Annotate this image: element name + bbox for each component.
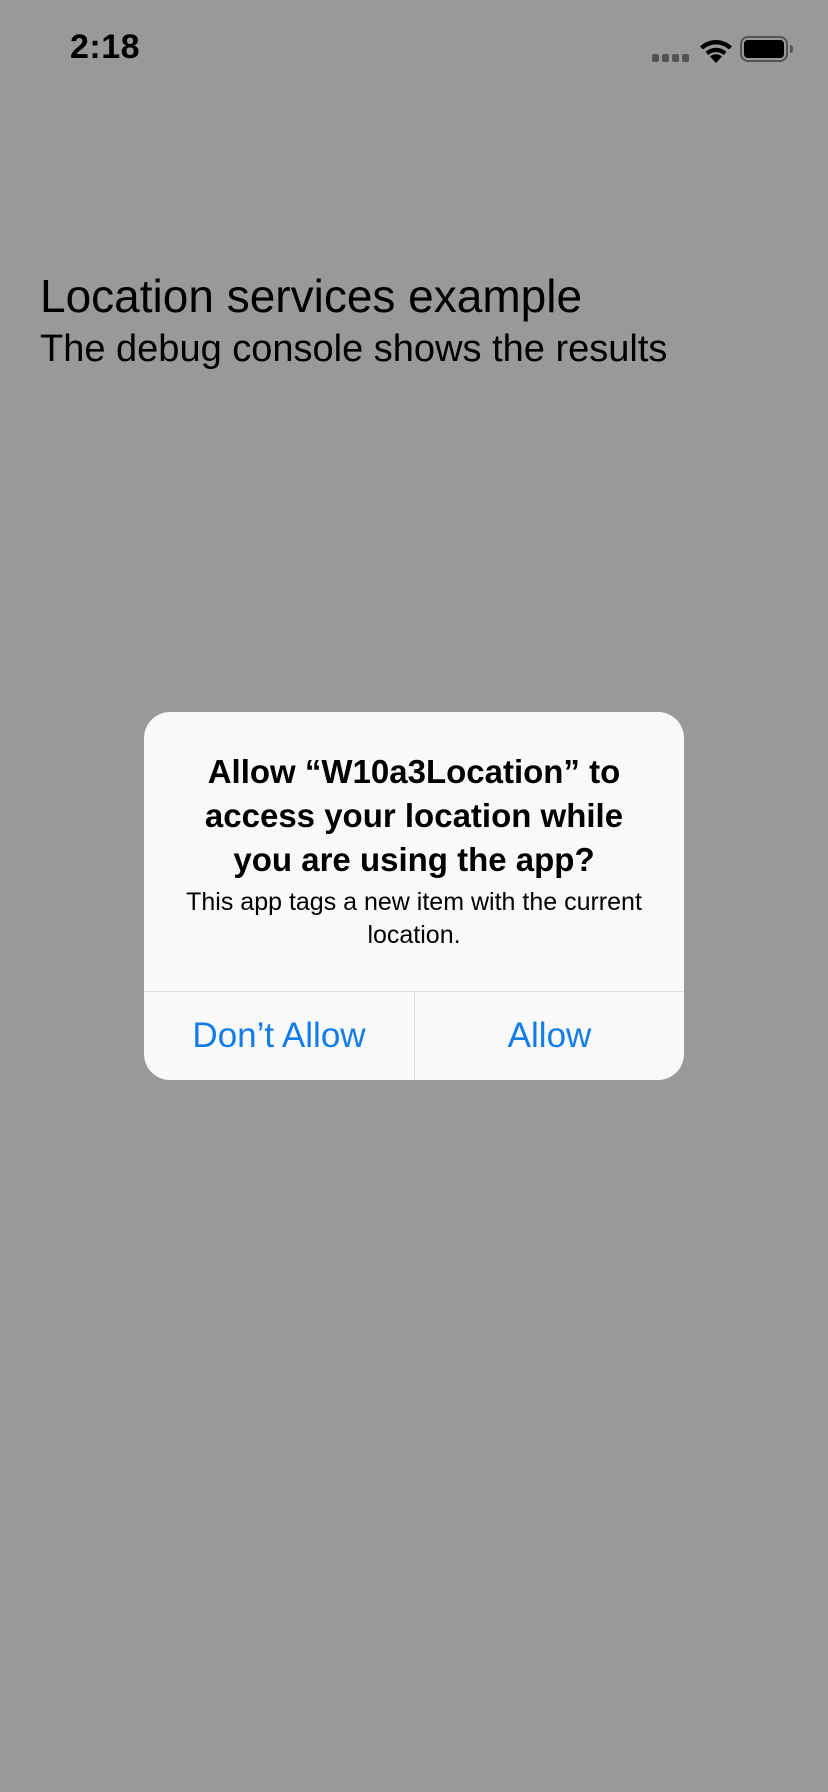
alert-title: Allow “W10a3Location” to access your loc… — [204, 753, 624, 878]
allow-button[interactable]: Allow — [415, 992, 684, 1080]
location-permission-alert: Allow “W10a3Location” to access your loc… — [144, 712, 684, 1080]
alert-body: Allow “W10a3Location” to access your loc… — [144, 712, 684, 991]
alert-message: This app tags a new item with the curren… — [186, 888, 642, 949]
dont-allow-button[interactable]: Don’t Allow — [144, 992, 414, 1080]
